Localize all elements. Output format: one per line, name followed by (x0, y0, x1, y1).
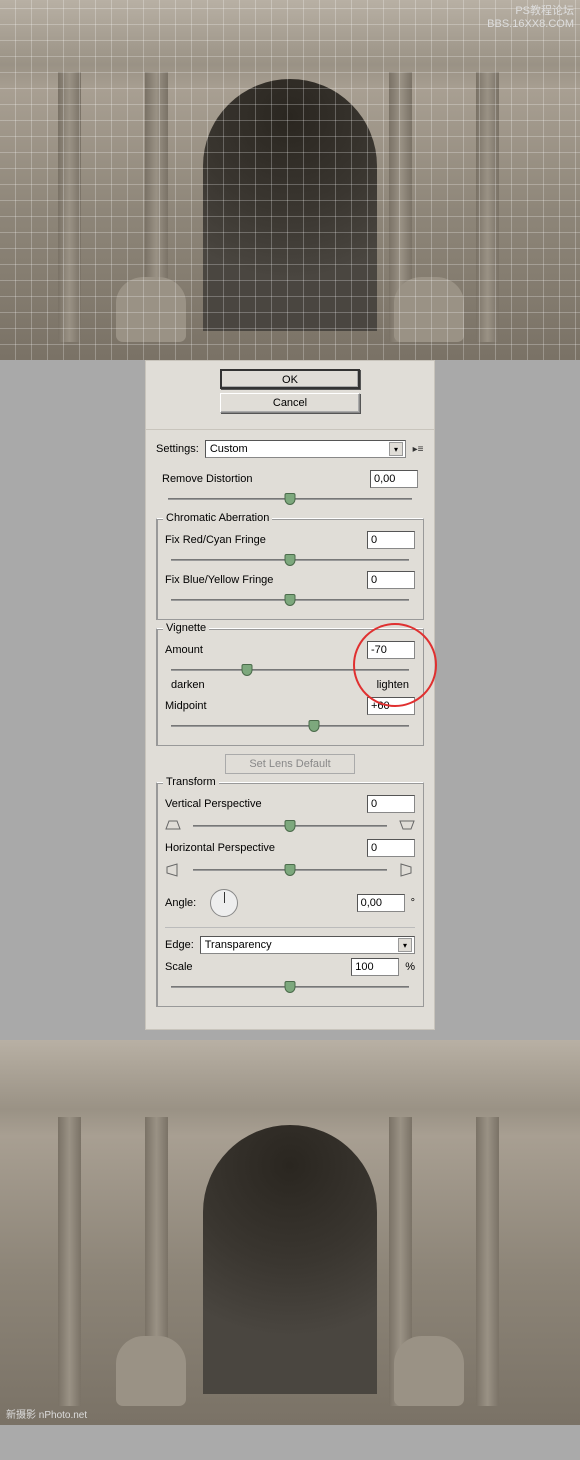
scale-label: Scale (165, 961, 193, 973)
building-bg (0, 1040, 580, 1425)
vignette-midpoint-input[interactable] (367, 697, 415, 715)
settings-label: Settings: (156, 443, 199, 455)
scale-unit: % (405, 961, 415, 973)
slider-thumb[interactable] (285, 554, 296, 566)
slider-thumb[interactable] (285, 981, 296, 993)
set-lens-default-button: Set Lens Default (225, 754, 355, 774)
angle-dial[interactable] (210, 889, 238, 917)
dropdown-arrow-icon: ▾ (389, 442, 403, 456)
arch (203, 1125, 377, 1395)
horizontal-perspective-slider[interactable] (193, 863, 387, 877)
fix-blue-input[interactable] (367, 571, 415, 589)
chromatic-title: Chromatic Aberration (163, 512, 272, 524)
vertical-perspective-label: Vertical Perspective (165, 798, 262, 810)
slider-thumb[interactable] (285, 594, 296, 606)
preview-after: 新摄影 nPhoto.net (0, 1040, 580, 1425)
edge-label: Edge: (165, 939, 194, 951)
dialog-buttons: OK Cancel (145, 360, 435, 429)
settings-value: Custom (210, 443, 248, 455)
vignette-amount-slider[interactable] (171, 663, 409, 677)
scale-slider[interactable] (171, 980, 409, 994)
remove-distortion-row: Remove Distortion (162, 470, 418, 488)
vignette-title: Vignette (163, 622, 209, 634)
chromatic-aberration-group: Chromatic Aberration Fix Red/Cyan Fringe… (156, 518, 424, 620)
horizontal-perspective-input[interactable] (367, 839, 415, 857)
preview-before: PS教程论坛 BBS.16XX8.COM (0, 0, 580, 360)
fix-blue-label: Fix Blue/Yellow Fringe (165, 574, 273, 586)
vignette-lighten-label: lighten (377, 679, 409, 691)
fix-red-slider[interactable] (171, 553, 409, 567)
vignette-amount-label: Amount (165, 644, 203, 656)
settings-select[interactable]: Custom ▾ (205, 440, 406, 458)
dialog-area: OK Cancel Settings: Custom ▾ ▸≡ Remove D… (0, 360, 580, 1030)
fix-red-label: Fix Red/Cyan Fringe (165, 534, 266, 546)
settings-row: Settings: Custom ▾ ▸≡ (156, 440, 424, 458)
slider-thumb[interactable] (285, 820, 296, 832)
edge-value: Transparency (205, 939, 272, 951)
angle-unit: ° (411, 897, 415, 909)
transform-group: Transform Vertical Perspective Horizonta… (156, 782, 424, 1007)
slider-thumb[interactable] (242, 664, 253, 676)
panel-menu-icon[interactable]: ▸≡ (412, 444, 424, 455)
trapezoid-left-icon (165, 863, 181, 877)
watermark-line2: BBS.16XX8.COM (487, 18, 574, 30)
scale-input[interactable] (351, 958, 399, 976)
vertical-perspective-input[interactable] (367, 795, 415, 813)
slider-thumb[interactable] (308, 720, 319, 732)
watermark-bottom: 新摄影 nPhoto.net (6, 1406, 87, 1421)
remove-distortion-input[interactable] (370, 470, 418, 488)
vignette-midpoint-label: Midpoint (165, 700, 207, 712)
cancel-button[interactable]: Cancel (220, 393, 360, 413)
slider-thumb[interactable] (285, 864, 296, 876)
angle-input[interactable] (357, 894, 405, 912)
watermark-top: PS教程论坛 BBS.16XX8.COM (487, 2, 574, 30)
lens-correction-panel: Settings: Custom ▾ ▸≡ Remove Distortion … (145, 429, 435, 1030)
horizontal-perspective-label: Horizontal Perspective (165, 842, 275, 854)
dropdown-arrow-icon: ▾ (398, 938, 412, 952)
watermark-line1: PS教程论坛 (515, 5, 574, 17)
remove-distortion-slider[interactable] (168, 492, 412, 506)
fix-red-input[interactable] (367, 531, 415, 549)
vertical-perspective-slider[interactable] (193, 819, 387, 833)
edge-select[interactable]: Transparency ▾ (200, 936, 415, 954)
fix-blue-slider[interactable] (171, 593, 409, 607)
trapezoid-right-icon (399, 863, 415, 877)
trapezoid-bottom-icon (399, 819, 415, 833)
grid-overlay (0, 0, 580, 360)
trapezoid-top-icon (165, 819, 181, 833)
remove-distortion-label: Remove Distortion (162, 473, 252, 485)
transform-title: Transform (163, 776, 219, 788)
angle-label: Angle: (165, 897, 196, 909)
vignette-midpoint-slider[interactable] (171, 719, 409, 733)
ok-button[interactable]: OK (220, 369, 360, 389)
slider-thumb[interactable] (285, 493, 296, 505)
vignette-amount-input[interactable] (367, 641, 415, 659)
vignette-group: Vignette Amount darken lighten Midpoint (156, 628, 424, 746)
vignette-darken-label: darken (171, 679, 205, 691)
